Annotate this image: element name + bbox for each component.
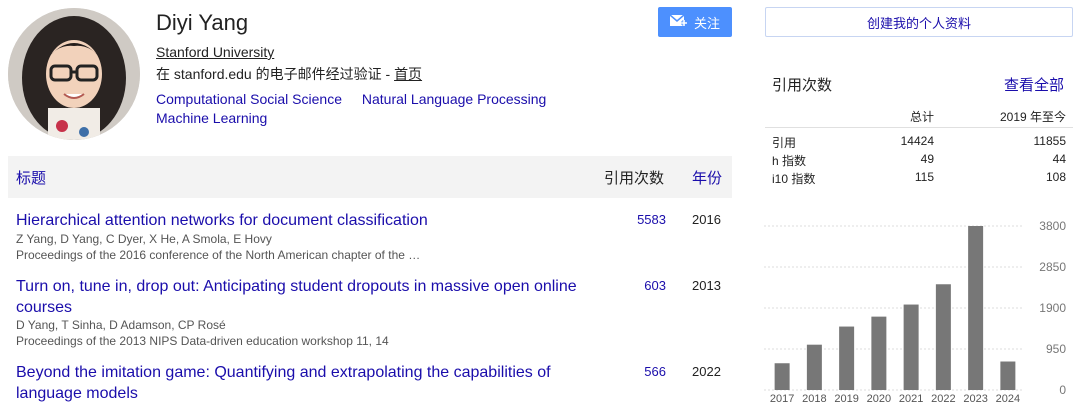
verified-email: 在 stanford.edu 的电子邮件经过验证 - 首页 [156,64,422,84]
table-header: 标题 引用次数 年份 [8,156,732,198]
col-total: 总计 [909,110,934,124]
interest-link[interactable]: Natural Language Processing [362,91,546,107]
profile-affiliation[interactable]: Stanford University [156,44,274,60]
stat-total: 115 [914,170,934,184]
stat-label: i10 指数 [772,172,816,186]
follow-button[interactable]: 关注 [658,7,732,37]
chart-bar[interactable] [968,226,984,390]
paper-cites[interactable]: 566 [644,364,666,379]
paper-title[interactable]: Beyond the imitation game: Quantifying a… [16,362,604,404]
chart-xtick-label: 2018 [802,393,826,405]
chart-bar[interactable] [839,326,855,390]
chart-xtick-label: 2019 [834,393,858,405]
chart-ytick-label: 1900 [1039,301,1066,315]
paper-venue: Proceedings of the 2016 conference of th… [16,248,421,262]
paper-venue: Proceedings of the 2013 NIPS Data-driven… [16,334,389,348]
stats-row: 引用 14424 11855 [772,134,1066,150]
interest-link[interactable]: Machine Learning [156,110,267,126]
paper-year: 2022 [692,364,721,379]
research-interests: Computational Social Science Natural Lan… [156,90,616,128]
chart-xtick-label: 2021 [899,393,923,405]
stat-total: 49 [920,152,934,166]
paper-year: 2013 [692,278,721,293]
chart-xtick-label: 2020 [867,393,891,405]
avatar-image [8,8,140,140]
chart-bar[interactable] [871,316,887,390]
paper-year: 2016 [692,212,721,227]
email-icon [669,15,687,26]
homepage-link[interactable]: 首页 [394,66,422,82]
cited-by-title: 引用次数 [772,77,833,94]
verified-text: 在 stanford.edu 的电子邮件经过验证 - [156,66,395,82]
stat-since: 108 [1045,170,1066,184]
chart-ytick-label: 3800 [1039,219,1066,233]
interest-link[interactable]: Computational Social Science [156,91,342,107]
stats-row: h 指数 49 44 [772,152,1066,168]
paper-cites[interactable]: 603 [644,278,666,293]
chart-bar[interactable] [903,304,919,390]
chart-xtick-label: 2024 [996,393,1020,405]
chart-ytick-label: 0 [1059,383,1066,397]
chart-ytick-label: 950 [1046,342,1066,356]
chart-bar[interactable] [806,344,822,390]
chart-bar[interactable] [935,284,951,390]
header-year-sort[interactable]: 年份 [692,167,722,188]
stats-divider [765,127,1073,128]
paper-authors: Z Yang, D Yang, C Dyer, X He, A Smola, E… [16,232,272,246]
stat-total: 14424 [900,134,934,148]
chart-xtick-label: 2023 [963,393,987,405]
paper-title[interactable]: Hierarchical attention networks for docu… [16,210,604,231]
col-since: 2019 年至今 [999,110,1066,124]
stat-since: 44 [1052,152,1066,166]
view-all-link[interactable]: 查看全部 [1004,74,1064,95]
stat-label: h 指数 [772,154,807,168]
stat-label: 引用 [772,136,797,150]
chart-xtick-label: 2017 [770,393,794,405]
create-profile-button[interactable]: 创建我的个人资料 [765,7,1073,37]
paper-cites[interactable]: 5583 [637,212,666,227]
follow-label: 关注 [693,15,720,31]
profile-name: Diyi Yang [156,10,249,35]
chart-bar[interactable] [774,363,790,390]
header-cites-sort[interactable]: 引用次数 [604,167,664,188]
profile-avatar [8,8,140,140]
paper-authors: D Yang, T Sinha, D Adamson, CP Rosé [16,318,226,332]
chart-xtick-label: 2022 [931,393,955,405]
header-title-sort[interactable]: 标题 [16,167,46,188]
chart-ytick-label: 2850 [1039,260,1066,274]
citations-chart: 3800 2850 1900 950 0 2017 2018 2019 2020 2021 2022… [764,219,1066,405]
paper-title[interactable]: Turn on, tune in, drop out: Anticipating… [16,276,604,318]
chart-bar[interactable] [1000,361,1016,390]
stats-row: i10 指数 115 108 [772,170,1066,186]
stat-since: 11855 [1033,134,1066,148]
